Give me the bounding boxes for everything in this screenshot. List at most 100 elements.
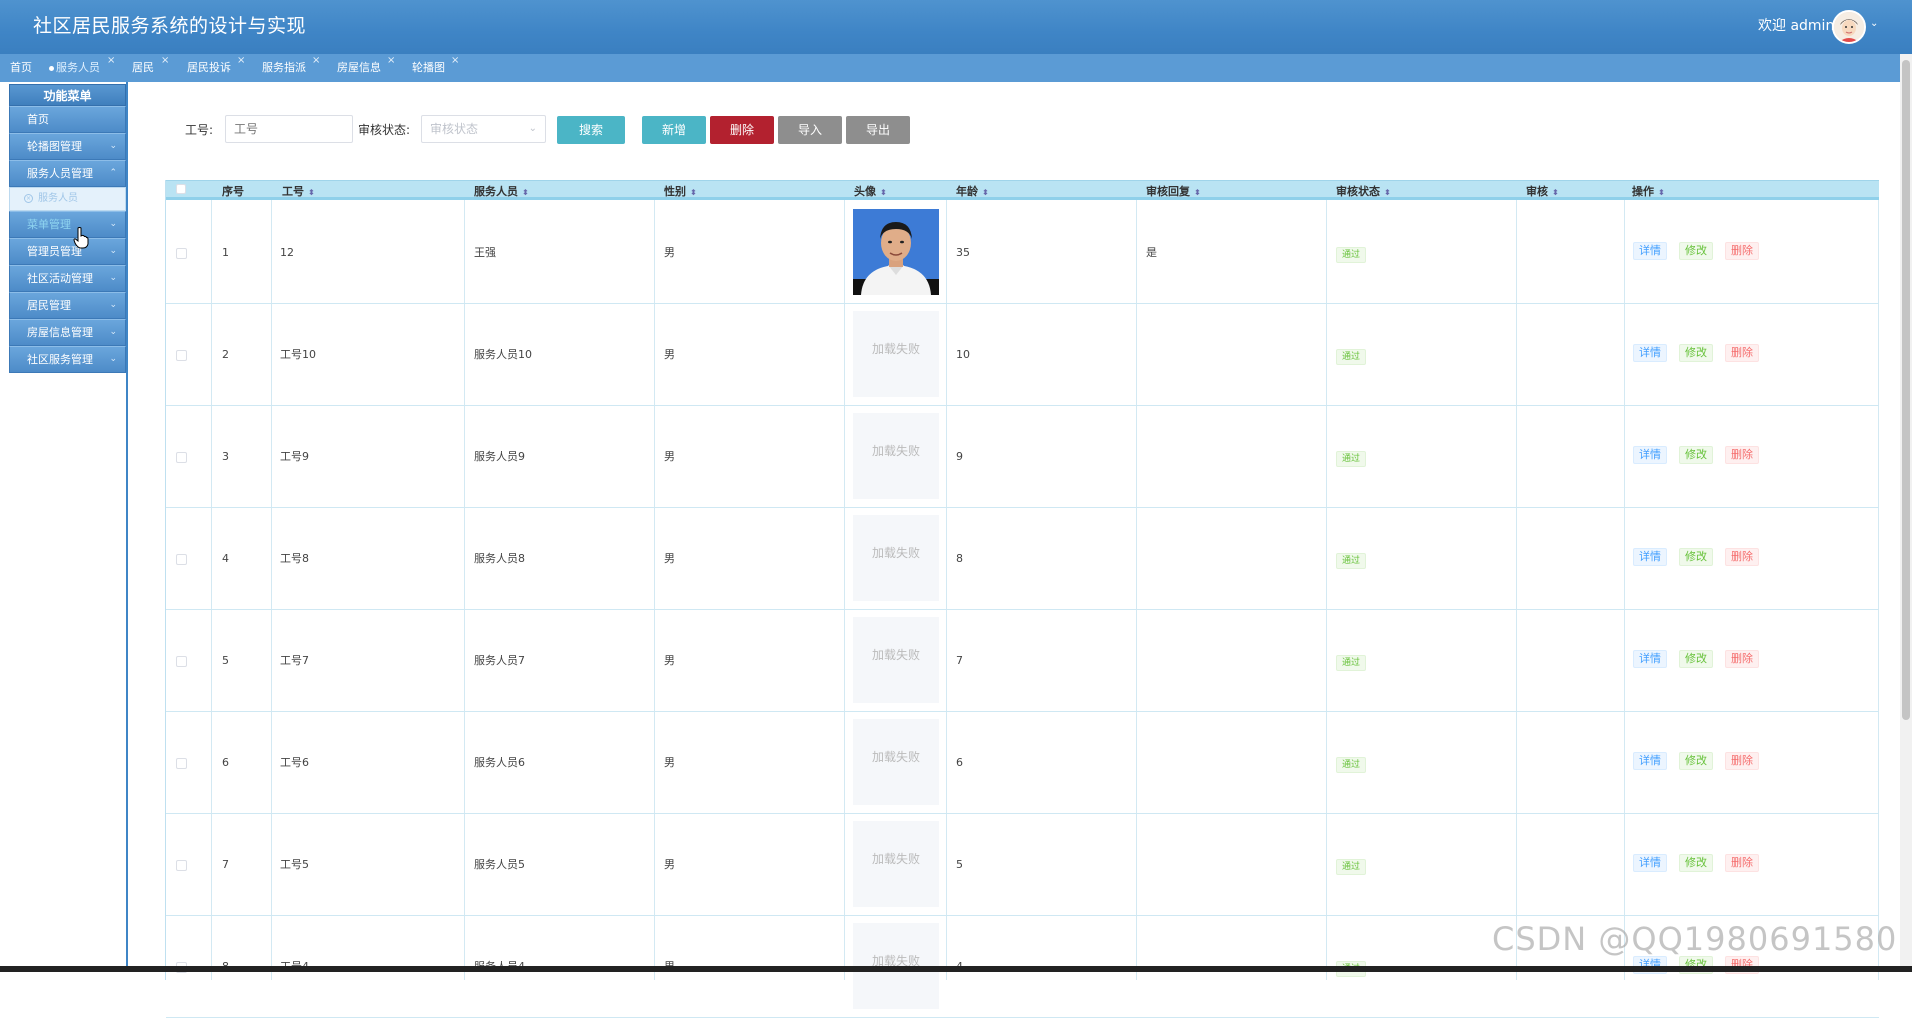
- row-checkbox[interactable]: [176, 452, 187, 463]
- row-checkbox[interactable]: [176, 554, 187, 565]
- cell-name: 王强: [474, 246, 496, 259]
- row-checkbox[interactable]: [176, 758, 187, 769]
- cell-id: 工号7: [280, 654, 309, 667]
- tab-housing[interactable]: 房屋信息 ×: [337, 54, 395, 82]
- sort-icon[interactable]: ⬍: [522, 188, 529, 197]
- table-row: 1 12 王强 男 35 是 通过 详情 修改 删除: [166, 202, 1879, 304]
- scrollbar-thumb[interactable]: [1902, 60, 1910, 720]
- column-header-review[interactable]: 审核 ⬍: [1526, 183, 1559, 199]
- import-button[interactable]: 导入: [778, 116, 842, 144]
- row-checkbox[interactable]: [176, 248, 187, 259]
- sidebar-item-label: 社区服务管理: [27, 353, 93, 366]
- sidebar-item-carousel[interactable]: 轮播图管理 ⌄: [9, 133, 126, 160]
- detail-button[interactable]: 详情: [1633, 242, 1667, 260]
- column-header-age[interactable]: 年龄 ⬍: [956, 183, 989, 199]
- sort-icon[interactable]: ⬍: [1384, 188, 1391, 197]
- detail-button[interactable]: 详情: [1633, 548, 1667, 566]
- cell-no: 4: [222, 552, 229, 565]
- sidebar-item-admin-mgmt[interactable]: 管理员管理 ⌄: [9, 238, 126, 265]
- sort-icon[interactable]: ⬍: [880, 188, 887, 197]
- chevron-down-icon: ⌄: [109, 327, 117, 337]
- row-delete-button[interactable]: 删除: [1725, 752, 1759, 770]
- row-checkbox[interactable]: [176, 860, 187, 871]
- sort-icon[interactable]: ⬍: [308, 188, 315, 197]
- status-select-placeholder: 审核状态: [430, 122, 479, 136]
- avatar-load-failed: 加载失败: [853, 617, 939, 703]
- column-header-status[interactable]: 审核状态 ⬍: [1336, 183, 1391, 199]
- row-delete-button[interactable]: 删除: [1725, 242, 1759, 260]
- close-icon[interactable]: ×: [312, 47, 320, 75]
- sort-icon[interactable]: ⬍: [1194, 188, 1201, 197]
- cell-id: 工号5: [280, 858, 309, 871]
- sort-icon[interactable]: ⬍: [690, 188, 697, 197]
- detail-button[interactable]: 详情: [1633, 752, 1667, 770]
- tab-complaints[interactable]: 居民投诉 ×: [187, 54, 245, 82]
- chevron-down-icon[interactable]: ⌄: [1870, 18, 1878, 29]
- status-select[interactable]: 审核状态 ⌄: [421, 115, 546, 143]
- column-header-id[interactable]: 工号 ⬍: [282, 183, 315, 199]
- column-header-gender[interactable]: 性别 ⬍: [664, 183, 697, 199]
- sort-icon[interactable]: ⬍: [1658, 188, 1665, 197]
- tab-home[interactable]: 首页: [10, 54, 32, 82]
- search-button[interactable]: 搜索: [557, 116, 625, 144]
- row-checkbox[interactable]: [176, 350, 187, 361]
- sidebar-item-service-mgmt[interactable]: 社区服务管理 ⌄: [9, 346, 126, 373]
- status-badge: 通过: [1336, 655, 1367, 671]
- avatar-load-failed: 加载失败: [853, 413, 939, 499]
- sidebar-item-housing-mgmt[interactable]: 房屋信息管理 ⌄: [9, 319, 126, 346]
- close-icon[interactable]: ×: [237, 47, 245, 75]
- cell-no: 6: [222, 756, 229, 769]
- column-header-photo[interactable]: 头像 ⬍: [854, 183, 887, 199]
- close-icon[interactable]: ×: [161, 47, 169, 75]
- column-header-actions[interactable]: 操作 ⬍: [1632, 183, 1665, 199]
- avatar-load-failed: 加载失败: [853, 311, 939, 397]
- row-delete-button[interactable]: 删除: [1725, 548, 1759, 566]
- sort-icon[interactable]: ⬍: [1552, 188, 1559, 197]
- watermark: CSDN @QQ1980691580: [1492, 920, 1898, 958]
- column-header-name[interactable]: 服务人员 ⬍: [474, 183, 529, 199]
- row-delete-button[interactable]: 删除: [1725, 650, 1759, 668]
- edit-button[interactable]: 修改: [1679, 650, 1713, 668]
- close-icon[interactable]: ×: [107, 47, 115, 75]
- edit-button[interactable]: 修改: [1679, 344, 1713, 362]
- column-header-reply[interactable]: 审核回复 ⬍: [1146, 183, 1201, 199]
- sidebar-subitem-service-staff[interactable]: × 服务人员: [9, 187, 126, 211]
- detail-button[interactable]: 详情: [1633, 854, 1667, 872]
- edit-button[interactable]: 修改: [1679, 548, 1713, 566]
- cell-gender: 男: [664, 756, 675, 769]
- tab-service-staff[interactable]: 服务人员 ×: [49, 54, 115, 82]
- chevron-down-icon: ⌄: [109, 246, 117, 256]
- add-button[interactable]: 新增: [642, 116, 706, 144]
- id-search-input[interactable]: [225, 115, 353, 143]
- sidebar-item-service-staff-mgmt[interactable]: 服务人员管理 ⌃: [9, 160, 126, 187]
- detail-button[interactable]: 详情: [1633, 446, 1667, 464]
- sort-icon[interactable]: ⬍: [982, 188, 989, 197]
- delete-button[interactable]: 删除: [710, 116, 774, 144]
- edit-button[interactable]: 修改: [1679, 242, 1713, 260]
- detail-button[interactable]: 详情: [1633, 344, 1667, 362]
- cell-no: 3: [222, 450, 229, 463]
- row-delete-button[interactable]: 删除: [1725, 344, 1759, 362]
- export-button[interactable]: 导出: [846, 116, 910, 144]
- select-all-checkbox[interactable]: [176, 184, 186, 194]
- user-avatar[interactable]: [1832, 10, 1866, 44]
- status-badge: 通过: [1336, 247, 1367, 263]
- row-delete-button[interactable]: 删除: [1725, 854, 1759, 872]
- sidebar-item-home[interactable]: 首页: [9, 106, 126, 133]
- bottom-edge: [0, 966, 1912, 972]
- table-row: 6 工号6 服务人员6 男 加载失败 6 通过 详情 修改 删除: [166, 712, 1879, 814]
- row-delete-button[interactable]: 删除: [1725, 446, 1759, 464]
- sidebar-item-resident-mgmt[interactable]: 居民管理 ⌄: [9, 292, 126, 319]
- tab-residents[interactable]: 居民 ×: [132, 54, 169, 82]
- row-checkbox[interactable]: [176, 656, 187, 667]
- sidebar-item-menu-mgmt[interactable]: 菜单管理 ⌄: [9, 211, 126, 238]
- edit-button[interactable]: 修改: [1679, 752, 1713, 770]
- edit-button[interactable]: 修改: [1679, 854, 1713, 872]
- detail-button[interactable]: 详情: [1633, 650, 1667, 668]
- close-icon[interactable]: ×: [387, 47, 395, 75]
- close-icon[interactable]: ×: [451, 47, 459, 75]
- tab-carousel[interactable]: 轮播图 ×: [412, 54, 459, 82]
- sidebar-item-activity-mgmt[interactable]: 社区活动管理 ⌄: [9, 265, 126, 292]
- tab-assignments[interactable]: 服务指派 ×: [262, 54, 320, 82]
- edit-button[interactable]: 修改: [1679, 446, 1713, 464]
